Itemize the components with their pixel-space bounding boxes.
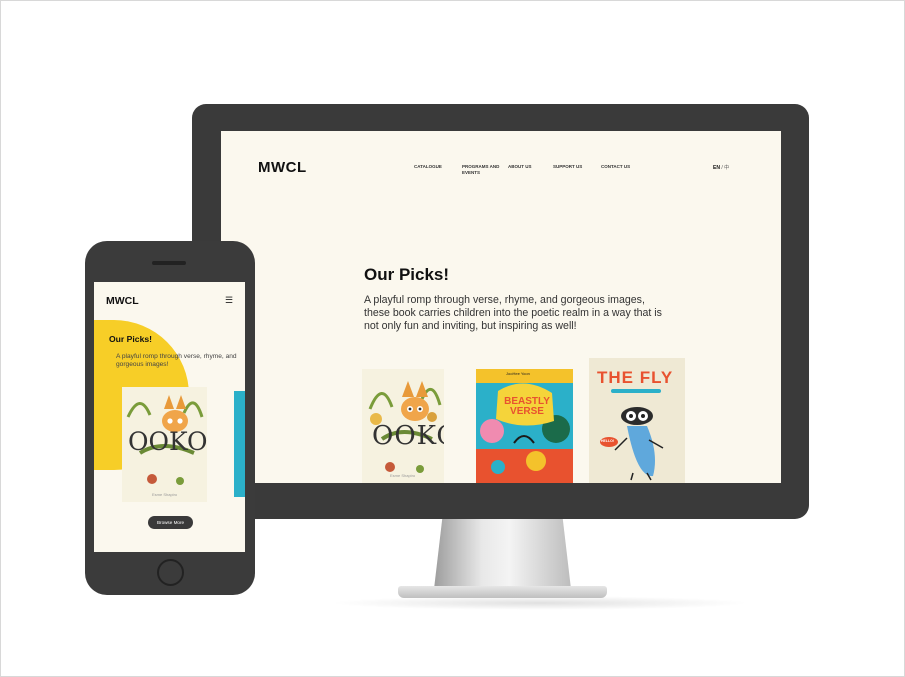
main-nav: CATALOGUE PROGRAMS AND EVENTS ABOUT US S… [414,164,651,176]
page-title: Our Picks! [364,265,450,284]
book-cover-ooko[interactable]: OOKO Esme Shapiro [362,369,444,483]
beastly-verse-author: JooHee Yoon [506,371,530,376]
nav-support-us[interactable]: SUPPORT US [553,164,601,176]
hamburger-menu-icon[interactable]: ☰ [225,295,233,306]
desktop-screen: MWCL CATALOGUE PROGRAMS AND EVENTS ABOUT… [221,131,781,483]
browse-more-button[interactable]: Browse More [148,516,193,529]
monitor-stand-neck [434,519,571,589]
mobile-ooko-title: OOKO [128,427,208,456]
mobile-book-cover-ooko[interactable]: OOKO Esme Shapiro [122,387,208,502]
mobile-site-logo[interactable]: MWCL [106,295,139,307]
lang-zh[interactable]: / 中 [721,165,729,171]
the-fly-illustration [600,407,664,481]
mobile-ooko-author: Esme Shapiro [152,492,178,497]
ooko-cover-author: Esme Shapiro [390,473,416,478]
the-fly-hello-sticker: HELLO! [601,439,615,443]
book-cover-beastly-verse[interactable]: JooHee Yoon BEASTLY VERSE [476,369,573,483]
monitor-shadow [330,596,750,610]
site-logo[interactable]: MWCL [258,159,307,176]
mobile-page-title: Our Picks! [109,334,152,344]
monitor-stand-base [398,586,607,598]
language-switcher[interactable]: EN / 中 [713,164,729,171]
phone-speaker [152,261,186,265]
beastly-verse-illustration [476,369,573,483]
phone-home-button[interactable] [157,559,184,586]
nav-programs-and-events[interactable]: PROGRAMS AND EVENTS [462,164,508,176]
page-description: A playful romp through verse, rhyme, and… [364,294,662,332]
ooko-cover-title: OOKO [372,421,444,451]
nav-contact-us[interactable]: CONTACT US [601,164,651,176]
lang-en[interactable]: EN [713,165,720,171]
book-cover-the-fly[interactable]: THE FLY HELLO! [589,358,685,483]
mobile-screen: MWCL ☰ Our Picks! A playful romp through… [94,282,245,552]
nav-catalogue[interactable]: CATALOGUE [414,164,462,176]
beastly-verse-title: BEASTLY VERSE [504,396,550,417]
mobile-book-cover-next[interactable] [234,391,245,497]
mobile-page-description: A playful romp through verse, rhyme, and… [116,353,237,368]
nav-about-us[interactable]: ABOUT US [508,164,553,176]
